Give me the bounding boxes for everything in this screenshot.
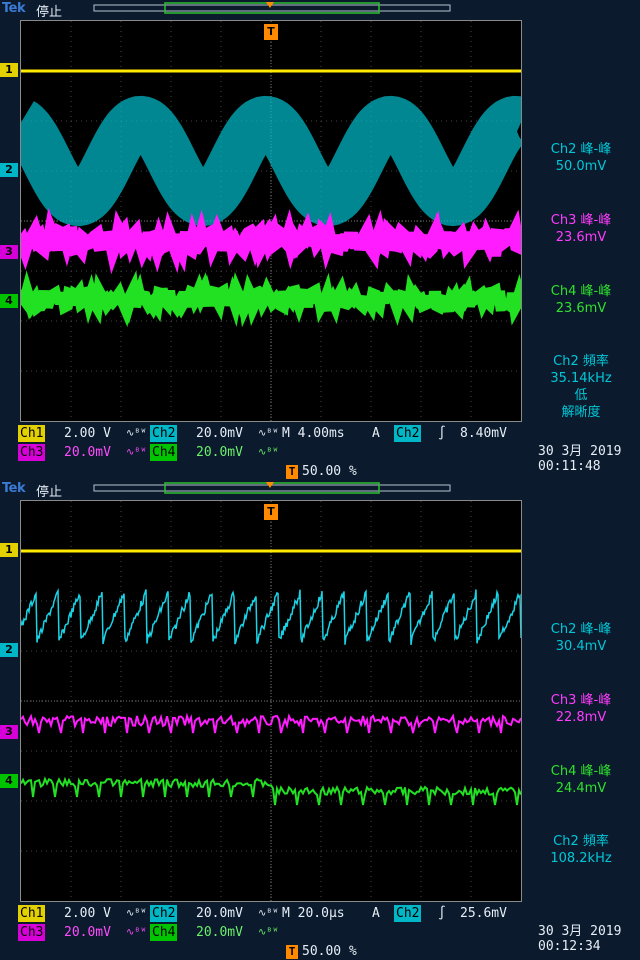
ch4-label[interactable]: Ch4 xyxy=(150,924,178,941)
measurement-value: 22.8mV xyxy=(555,710,607,725)
datetime: 30 3月 2019 00:11:48 xyxy=(538,444,621,474)
measurement-label: Ch2 頻率 xyxy=(553,354,609,369)
timebase[interactable]: M 4.00ms xyxy=(280,425,347,442)
graticule[interactable] xyxy=(20,500,522,902)
trigger-level: 25.6mV xyxy=(460,906,507,921)
measurement-value: 50.0mV xyxy=(555,159,607,174)
record-view-bar xyxy=(93,2,451,14)
ch4-ground-marker[interactable]: 4 xyxy=(0,774,18,788)
ch1-scale: 2.00 V xyxy=(64,426,111,441)
ch4-label[interactable]: Ch4 xyxy=(150,444,178,461)
ch3-ground-marker[interactable]: 3 xyxy=(0,725,18,739)
bandwidth-icon: ∿ᴮᵂ xyxy=(258,447,279,458)
ch3-ground-marker[interactable]: 3 xyxy=(0,245,18,259)
trigger-slope-icon: ∫ xyxy=(438,426,446,441)
trigger-position: T 50.00 % xyxy=(286,464,357,480)
ch2-ground-marker[interactable]: 2 xyxy=(0,643,18,657)
datetime: 30 3月 2019 00:12:34 xyxy=(538,924,621,954)
measurement-label: Ch4 峰-峰 xyxy=(550,764,612,779)
measurement-value: 24.4mV xyxy=(555,781,607,796)
trigger-position-marker[interactable]: T xyxy=(264,24,278,40)
time: 00:11:48 xyxy=(538,459,601,474)
record-view-bar xyxy=(93,482,451,494)
ch4-trace xyxy=(16,270,527,328)
ch1-label[interactable]: Ch1 xyxy=(18,905,46,922)
ch2-scale: 20.0mV xyxy=(196,906,243,921)
trigger-icon: T xyxy=(286,945,298,959)
ch3-label[interactable]: Ch3 xyxy=(18,444,46,461)
acquisition-mode: A xyxy=(372,906,380,921)
ch2-ground-marker[interactable]: 2 xyxy=(0,163,18,177)
scope-screen-1: Tek 停止 1 2 3 4 T Ch2 峰-峰 50.0mV Ch3 峰-峰 … xyxy=(0,0,640,480)
trigger-position: T 50.00 % xyxy=(286,944,357,960)
ch1-ground-marker[interactable]: 1 xyxy=(0,63,18,77)
settings-readout: Ch1 2.00 V ∿ᴮᵂ Ch2 20.0mV ∿ᴮᵂ M 20.0µs A… xyxy=(0,904,640,960)
measurement-ch3-pk2pk: Ch3 峰-峰 22.8mV xyxy=(522,692,640,726)
ch2-scale: 20.0mV xyxy=(196,426,243,441)
trigger-icon: T xyxy=(286,465,298,479)
ch3-label[interactable]: Ch3 xyxy=(18,924,46,941)
timebase[interactable]: M 20.0µs xyxy=(280,905,347,922)
bandwidth-icon: ∿ᴮᵂ xyxy=(258,927,279,938)
waveform-display xyxy=(20,501,522,901)
ch1-ground-marker[interactable]: 1 xyxy=(0,543,18,557)
ch1-scale: 2.00 V xyxy=(64,906,111,921)
trigger-level: 8.40mV xyxy=(460,426,507,441)
ch1-label[interactable]: Ch1 xyxy=(18,425,46,442)
bandwidth-icon: ∿ᴮᵂ xyxy=(126,447,147,458)
measurement-label: Ch2 峰-峰 xyxy=(550,142,612,157)
measurement-value: 23.6mV xyxy=(555,230,607,245)
measurement-value: 30.4mV xyxy=(555,639,607,654)
ch4-scale: 20.0mV xyxy=(196,445,243,460)
bandwidth-icon: ∿ᴮᵂ xyxy=(258,428,279,439)
bandwidth-icon: ∿ᴮᵂ xyxy=(126,927,147,938)
trigger-position-value: 50.00 % xyxy=(302,464,357,479)
trigger-source[interactable]: Ch2 xyxy=(394,425,422,442)
measurement-value: 35.14kHz xyxy=(550,371,612,386)
measurement-note: 解晰度 xyxy=(561,405,601,420)
trigger-position-marker[interactable]: T xyxy=(264,504,278,520)
date: 30 3月 2019 xyxy=(538,924,622,939)
ch2-label[interactable]: Ch2 xyxy=(150,905,178,922)
measurement-label: Ch3 峰-峰 xyxy=(550,693,612,708)
measurement-ch2-pk2pk: Ch2 峰-峰 30.4mV xyxy=(522,621,640,655)
trigger-slope-icon: ∫ xyxy=(438,906,446,921)
measurement-label: Ch2 頻率 xyxy=(553,834,609,849)
measurement-ch4-pk2pk: Ch4 峰-峰 23.6mV xyxy=(522,283,640,317)
ch4-ground-marker[interactable]: 4 xyxy=(0,294,18,308)
ch3-scale: 20.0mV xyxy=(64,445,111,460)
ch3-scale: 20.0mV xyxy=(64,925,111,940)
measurement-note: 低 xyxy=(574,388,588,403)
measurement-ch4-pk2pk: Ch4 峰-峰 24.4mV xyxy=(522,763,640,797)
measurement-ch2-freq: Ch2 頻率 108.2kHz xyxy=(522,833,640,867)
acquisition-mode: A xyxy=(372,426,380,441)
bandwidth-icon: ∿ᴮᵂ xyxy=(126,428,147,439)
scope-screen-2: Tek 停止 1 2 3 4 T Ch2 峰-峰 30.4mV Ch3 峰-峰 … xyxy=(0,480,640,960)
waveform-display xyxy=(6,21,532,421)
measurement-value: 23.6mV xyxy=(555,301,607,316)
ch3-trace xyxy=(20,712,522,734)
trigger-position-value: 50.00 % xyxy=(302,944,357,959)
settings-readout: Ch1 2.00 V ∿ᴮᵂ Ch2 20.0mV ∿ᴮᵂ M 4.00ms A… xyxy=(0,424,640,480)
ch4-scale: 20.0mV xyxy=(196,925,243,940)
trigger-source[interactable]: Ch2 xyxy=(394,905,422,922)
ch3-trace xyxy=(15,207,528,275)
bandwidth-icon: ∿ᴮᵂ xyxy=(126,908,147,919)
measurement-value: 108.2kHz xyxy=(550,851,612,866)
bandwidth-icon: ∿ᴮᵂ xyxy=(258,908,279,919)
measurement-label: Ch4 峰-峰 xyxy=(550,284,612,299)
ch2-label[interactable]: Ch2 xyxy=(150,425,178,442)
graticule[interactable] xyxy=(6,20,532,422)
measurement-ch2-freq: Ch2 頻率 35.14kHz 低 解晰度 xyxy=(522,353,640,421)
status-bar: Tek 停止 xyxy=(0,480,640,500)
measurement-label: Ch3 峰-峰 xyxy=(550,213,612,228)
measurement-ch2-pk2pk: Ch2 峰-峰 50.0mV xyxy=(522,141,640,175)
measurement-label: Ch2 峰-峰 xyxy=(550,622,612,637)
time: 00:12:34 xyxy=(538,939,601,954)
measurement-ch3-pk2pk: Ch3 峰-峰 23.6mV xyxy=(522,212,640,246)
status-bar: Tek 停止 xyxy=(0,0,640,20)
date: 30 3月 2019 xyxy=(538,444,622,459)
